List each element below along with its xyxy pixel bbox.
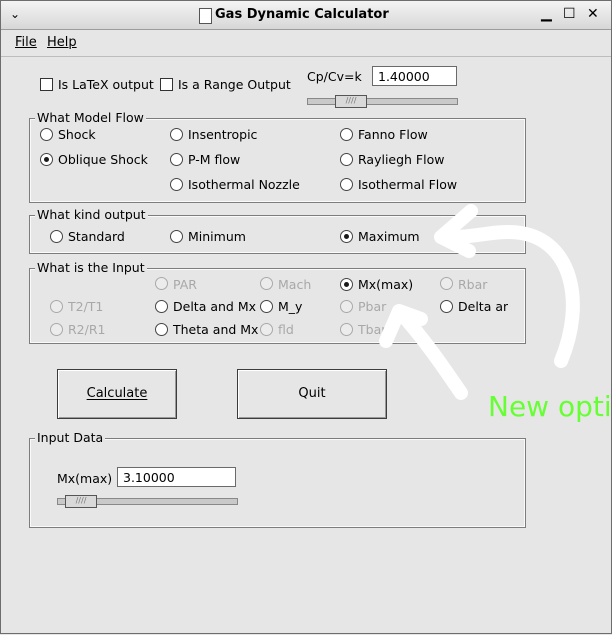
label-pbar: Pbar xyxy=(358,299,387,314)
range-output-checkbox[interactable] xyxy=(160,78,173,91)
label-theta-and-mx: Theta and Mx xyxy=(173,322,259,337)
label-oblique-shock: Oblique Shock xyxy=(58,152,148,167)
k-ratio-slider-track[interactable] xyxy=(307,98,458,105)
label-fld: fld xyxy=(278,322,294,337)
title-bar: ⌄ Gas Dynamic Calculator ▁ ☐ ✕ xyxy=(1,1,611,30)
window-menu-icon[interactable]: ⌄ xyxy=(10,7,20,21)
mx-max-input[interactable]: 3.10000 xyxy=(117,467,236,487)
label-rayliegh-flow: Rayliegh Flow xyxy=(358,152,445,167)
calculate-button-label: Calculate xyxy=(86,386,148,401)
menu-help[interactable]: Help xyxy=(47,35,77,50)
range-output-label: Is a Range Output xyxy=(178,77,291,92)
radio-tbar[interactable] xyxy=(340,323,353,336)
new-option-annotation: New optio xyxy=(488,390,612,423)
k-ratio-label: Cp/Cv=k xyxy=(307,69,362,84)
label-isothermal-nozzle: Isothermal Nozzle xyxy=(188,177,300,192)
menu-bar: File Help xyxy=(1,30,611,57)
label-m-y: M_y xyxy=(278,299,303,314)
radio-fanno-flow[interactable] xyxy=(340,128,353,141)
menu-file-label: File xyxy=(15,35,37,50)
label-mx-max: Mx(max) xyxy=(358,277,414,292)
radio-theta-and-mx[interactable] xyxy=(155,323,168,336)
radio-t2-t1[interactable] xyxy=(50,300,63,313)
latex-output-checkbox[interactable] xyxy=(40,78,53,91)
label-fanno-flow: Fanno Flow xyxy=(358,127,428,142)
maximize-icon[interactable]: ☐ xyxy=(563,6,576,22)
label-isothermal-flow: Isothermal Flow xyxy=(358,177,458,192)
label-minimum: Minimum xyxy=(188,229,246,244)
radio-rbar[interactable] xyxy=(440,277,453,290)
radio-maximum[interactable] xyxy=(340,230,353,243)
radio-oblique-shock[interactable] xyxy=(40,153,53,166)
label-standard: Standard xyxy=(68,229,125,244)
calculate-button[interactable]: Calculate xyxy=(57,369,177,419)
label-pm-flow: P-M flow xyxy=(188,152,241,167)
radio-insentropic[interactable] xyxy=(170,128,183,141)
k-ratio-slider-thumb[interactable]: //// xyxy=(335,95,367,108)
mx-max-field-label: Mx(max) xyxy=(57,471,113,486)
output-kind-title: What kind output xyxy=(35,207,148,222)
radio-delta-and[interactable] xyxy=(440,300,453,313)
document-icon xyxy=(199,8,212,24)
input-data-title: Input Data xyxy=(35,430,106,445)
radio-fld[interactable] xyxy=(260,323,273,336)
radio-r2-r1[interactable] xyxy=(50,323,63,336)
label-r2-r1: R2/R1 xyxy=(68,322,106,337)
close-icon[interactable]: ✕ xyxy=(587,6,599,22)
radio-rayliegh-flow[interactable] xyxy=(340,153,353,166)
radio-mach[interactable] xyxy=(260,277,273,290)
radio-standard[interactable] xyxy=(50,230,63,243)
label-shock: Shock xyxy=(58,127,96,142)
radio-par[interactable] xyxy=(155,277,168,290)
radio-delta-and-mx[interactable] xyxy=(155,300,168,313)
label-rbar: Rbar xyxy=(458,277,488,292)
latex-output-label: Is LaTeX output xyxy=(58,77,154,92)
radio-isothermal-nozzle[interactable] xyxy=(170,178,183,191)
model-flow-title: What Model Flow xyxy=(35,110,146,125)
window-title: Gas Dynamic Calculator xyxy=(215,7,389,22)
quit-button[interactable]: Quit xyxy=(237,369,387,419)
label-delta-and: Delta and xyxy=(458,299,508,314)
radio-pm-flow[interactable] xyxy=(170,153,183,166)
label-tbar: Tbar xyxy=(358,322,387,337)
radio-isothermal-flow[interactable] xyxy=(340,178,353,191)
menu-help-label: Help xyxy=(47,35,77,50)
label-t2-t1: T2/T1 xyxy=(68,299,104,314)
label-maximum: Maximum xyxy=(358,229,420,244)
label-mach: Mach xyxy=(278,277,312,292)
radio-shock[interactable] xyxy=(40,128,53,141)
label-insentropic: Insentropic xyxy=(188,127,258,142)
radio-minimum[interactable] xyxy=(170,230,183,243)
radio-pbar[interactable] xyxy=(340,300,353,313)
input-kind-title: What is the Input xyxy=(35,260,147,275)
quit-button-label: Quit xyxy=(298,386,326,401)
radio-mx-max[interactable] xyxy=(340,278,353,291)
radio-m-y[interactable] xyxy=(260,300,273,313)
menu-file[interactable]: File xyxy=(15,35,37,50)
label-par: PAR xyxy=(173,277,197,292)
label-delta-and-mx: Delta and Mx xyxy=(173,299,256,314)
k-ratio-input[interactable]: 1.40000 xyxy=(372,66,457,86)
minimize-icon[interactable]: ▁ xyxy=(541,6,552,22)
app-window: ⌄ Gas Dynamic Calculator ▁ ☐ ✕ File Help… xyxy=(0,0,612,634)
mx-max-slider-thumb[interactable]: //// xyxy=(65,495,97,508)
